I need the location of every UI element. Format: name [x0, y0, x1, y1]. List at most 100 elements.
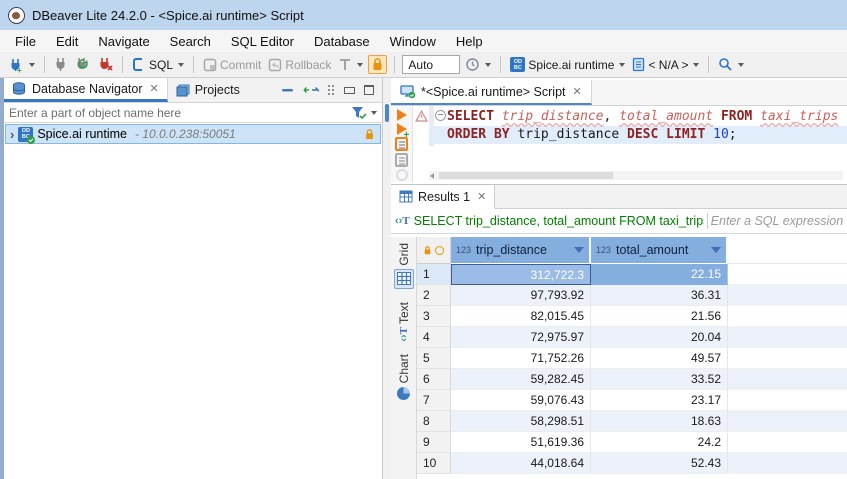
tree-item-connection[interactable]: › ODBC Spice.ai runtime - 10.0.0.238:500…	[5, 124, 381, 144]
caret-icon[interactable]	[371, 111, 377, 115]
table-row[interactable]: 858,298.5118.63	[417, 411, 847, 432]
link-with-editor-icon[interactable]	[303, 85, 319, 95]
tab-grid-view[interactable]: Grid	[394, 243, 414, 289]
column-header-total-amount[interactable]: 123 total_amount	[591, 237, 728, 264]
close-icon[interactable]: ✕	[477, 190, 486, 203]
sql-line[interactable]: SELECT trip_distance, total_amount FROM …	[447, 108, 847, 126]
data-grid[interactable]: 123 trip_distance 123 total_amount 1312,…	[417, 237, 847, 479]
cell-total-amount[interactable]: 52.43	[591, 453, 728, 474]
search-button[interactable]	[716, 55, 746, 74]
sash-grip[interactable]	[385, 104, 389, 122]
cell-trip-distance[interactable]: 59,076.43	[451, 390, 591, 411]
table-row[interactable]: 1312,722.322.15	[417, 264, 847, 285]
table-row[interactable]: 951,619.3624.2	[417, 432, 847, 453]
menu-file[interactable]: File	[5, 32, 46, 51]
fold-collapse-icon[interactable]: −	[435, 110, 446, 121]
sql-editor[interactable]: − SELECT trip_distance, total_amount FRO…	[391, 106, 847, 182]
column-header-trip-distance[interactable]: 123 trip_distance	[451, 237, 591, 264]
execute-new-tab-icon[interactable]	[397, 123, 407, 135]
menu-search[interactable]: Search	[160, 32, 221, 51]
cell-total-amount[interactable]: 18.63	[591, 411, 728, 432]
row-number-cell[interactable]: 6	[417, 369, 451, 390]
menu-help[interactable]: Help	[446, 32, 493, 51]
editor-horizontal-scrollbar[interactable]	[429, 171, 843, 180]
sort-desc-icon[interactable]	[711, 247, 721, 253]
commit-mode-combobox[interactable]: Auto	[402, 55, 460, 74]
disconnect-button[interactable]	[96, 55, 115, 74]
active-connection-selector[interactable]: ODBC Spice.ai runtime	[508, 55, 627, 74]
grid-corner-cell[interactable]	[417, 237, 451, 264]
scroll-left-arrow-icon[interactable]	[430, 173, 434, 179]
menu-database[interactable]: Database	[304, 32, 380, 51]
table-row[interactable]: 472,975.9720.04	[417, 327, 847, 348]
scrollbar-thumb[interactable]	[439, 172, 613, 179]
row-number-cell[interactable]: 5	[417, 348, 451, 369]
sql-editor-button[interactable]: SQL	[130, 55, 186, 74]
cell-trip-distance[interactable]: 312,722.3	[451, 264, 591, 285]
cell-total-amount[interactable]: 24.2	[591, 432, 728, 453]
cell-trip-distance[interactable]: 51,619.36	[451, 432, 591, 453]
table-row[interactable]: 759,076.4323.17	[417, 390, 847, 411]
close-icon[interactable]: ✕	[573, 85, 582, 98]
tab-sql-script[interactable]: *<Spice.ai runtime> Script ✕	[391, 80, 592, 105]
transaction-log-button[interactable]	[336, 56, 365, 74]
table-row[interactable]: 571,752.2649.57	[417, 348, 847, 369]
cell-total-amount[interactable]: 20.04	[591, 327, 728, 348]
row-number-cell[interactable]: 2	[417, 285, 451, 306]
cell-total-amount[interactable]: 22.15	[591, 264, 728, 285]
cell-total-amount[interactable]: 21.56	[591, 306, 728, 327]
cell-trip-distance[interactable]: 71,752.26	[451, 348, 591, 369]
cell-trip-distance[interactable]: 82,015.45	[451, 306, 591, 327]
row-number-cell[interactable]: 7	[417, 390, 451, 411]
connect-button[interactable]	[52, 55, 70, 74]
cell-trip-distance[interactable]: 97,793.92	[451, 285, 591, 306]
row-number-cell[interactable]: 4	[417, 327, 451, 348]
table-row[interactable]: 382,015.4521.56	[417, 306, 847, 327]
cell-trip-distance[interactable]: 59,282.45	[451, 369, 591, 390]
sql-line[interactable]: ORDER BY trip_distance DESC LIMIT 10;	[447, 126, 847, 144]
filter-funnel-icon[interactable]	[351, 106, 367, 120]
explain-plan-icon[interactable]	[395, 153, 408, 167]
tab-database-navigator[interactable]: Database Navigator ✕	[4, 78, 168, 102]
object-filter-input[interactable]	[4, 103, 351, 122]
menu-navigate[interactable]: Navigate	[88, 32, 159, 51]
close-icon[interactable]: ✕	[149, 82, 158, 95]
tab-chart-view[interactable]: Chart	[397, 354, 411, 399]
sort-desc-icon[interactable]	[574, 247, 584, 253]
row-number-cell[interactable]: 3	[417, 306, 451, 327]
cell-trip-distance[interactable]: 72,975.97	[451, 327, 591, 348]
active-database-selector[interactable]: < N/A >	[630, 55, 701, 74]
table-row[interactable]: 1044,018.6452.43	[417, 453, 847, 474]
cell-total-amount[interactable]: 33.52	[591, 369, 728, 390]
tab-projects[interactable]: Projects	[168, 78, 248, 102]
execute-statement-icon[interactable]	[397, 109, 407, 121]
minimize-icon[interactable]	[344, 87, 355, 94]
table-row[interactable]: 659,282.4533.52	[417, 369, 847, 390]
collapse-all-icon[interactable]	[282, 87, 294, 93]
history-button[interactable]	[463, 55, 493, 74]
cell-trip-distance[interactable]: 44,018.64	[451, 453, 591, 474]
execute-script-icon[interactable]	[395, 137, 408, 151]
autocommit-toggle[interactable]	[368, 55, 387, 74]
filter-expression-input[interactable]	[711, 214, 847, 228]
code-area[interactable]: SELECT trip_distance, total_amount FROM …	[447, 108, 847, 144]
row-number-cell[interactable]: 8	[417, 411, 451, 432]
panel-sash[interactable]	[383, 78, 391, 479]
row-number-cell[interactable]: 10	[417, 453, 451, 474]
commit-button[interactable]: Commit	[201, 56, 263, 74]
cell-total-amount[interactable]: 49.57	[591, 348, 728, 369]
menu-sql-editor[interactable]: SQL Editor	[221, 32, 304, 51]
cell-total-amount[interactable]: 36.31	[591, 285, 728, 306]
maximize-icon[interactable]	[364, 85, 374, 95]
view-menu-icon[interactable]	[328, 85, 335, 96]
tab-text-view[interactable]: Text ‹›T	[397, 302, 411, 342]
chevron-right-icon[interactable]: ›	[10, 128, 14, 141]
menu-window[interactable]: Window	[380, 32, 446, 51]
cell-total-amount[interactable]: 23.17	[591, 390, 728, 411]
rollback-button[interactable]: Rollback	[266, 56, 333, 74]
menu-edit[interactable]: Edit	[46, 32, 88, 51]
row-number-cell[interactable]: 9	[417, 432, 451, 453]
reconnect-button[interactable]	[73, 55, 93, 74]
row-number-cell[interactable]: 1	[417, 264, 451, 285]
cell-trip-distance[interactable]: 58,298.51	[451, 411, 591, 432]
